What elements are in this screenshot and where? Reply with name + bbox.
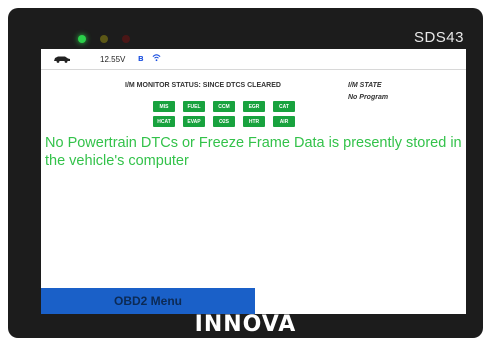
monitor-ccm: CCM bbox=[213, 101, 235, 112]
car-icon bbox=[54, 56, 70, 63]
red-led-icon bbox=[122, 35, 130, 43]
status-message: No Powertrain DTCs or Freeze Frame Data … bbox=[45, 135, 462, 169]
green-led-icon bbox=[78, 35, 86, 43]
device-model: SDS43 bbox=[413, 29, 464, 46]
monitor-hcat: HCAT bbox=[153, 116, 175, 127]
monitor-evap: EVAP bbox=[183, 116, 205, 127]
device-frame: SDS43 12.55V ʙ I/M MONITOR STATUS: SINCE… bbox=[8, 8, 483, 338]
voltage-readout: 12.55V bbox=[100, 55, 126, 64]
bluetooth-icon: ʙ bbox=[138, 53, 144, 63]
monitor-o2s: O2S bbox=[213, 116, 235, 127]
brand-logo: INNOVA bbox=[194, 312, 297, 337]
monitor-air: AIR bbox=[273, 116, 295, 127]
monitor-fuel: FUEL bbox=[183, 101, 205, 112]
monitor-mis: MIS bbox=[153, 101, 175, 112]
im-state-label: I/M STATE bbox=[348, 82, 382, 89]
wifi-icon bbox=[152, 54, 161, 62]
status-bar: 12.55V ʙ bbox=[41, 49, 466, 70]
im-monitor-title: I/M MONITOR STATUS: SINCE DTCS CLEARED bbox=[125, 82, 281, 89]
device-screen: 12.55V ʙ I/M MONITOR STATUS: SINCE DTCS … bbox=[41, 49, 466, 314]
monitor-cat: CAT bbox=[273, 101, 295, 112]
obd2-menu-button[interactable]: OBD2 Menu bbox=[41, 288, 255, 314]
yellow-led-icon bbox=[100, 35, 108, 43]
monitor-egr: EGR bbox=[243, 101, 265, 112]
monitor-htr: HTR bbox=[243, 116, 265, 127]
im-state-value: No Program bbox=[348, 94, 389, 101]
